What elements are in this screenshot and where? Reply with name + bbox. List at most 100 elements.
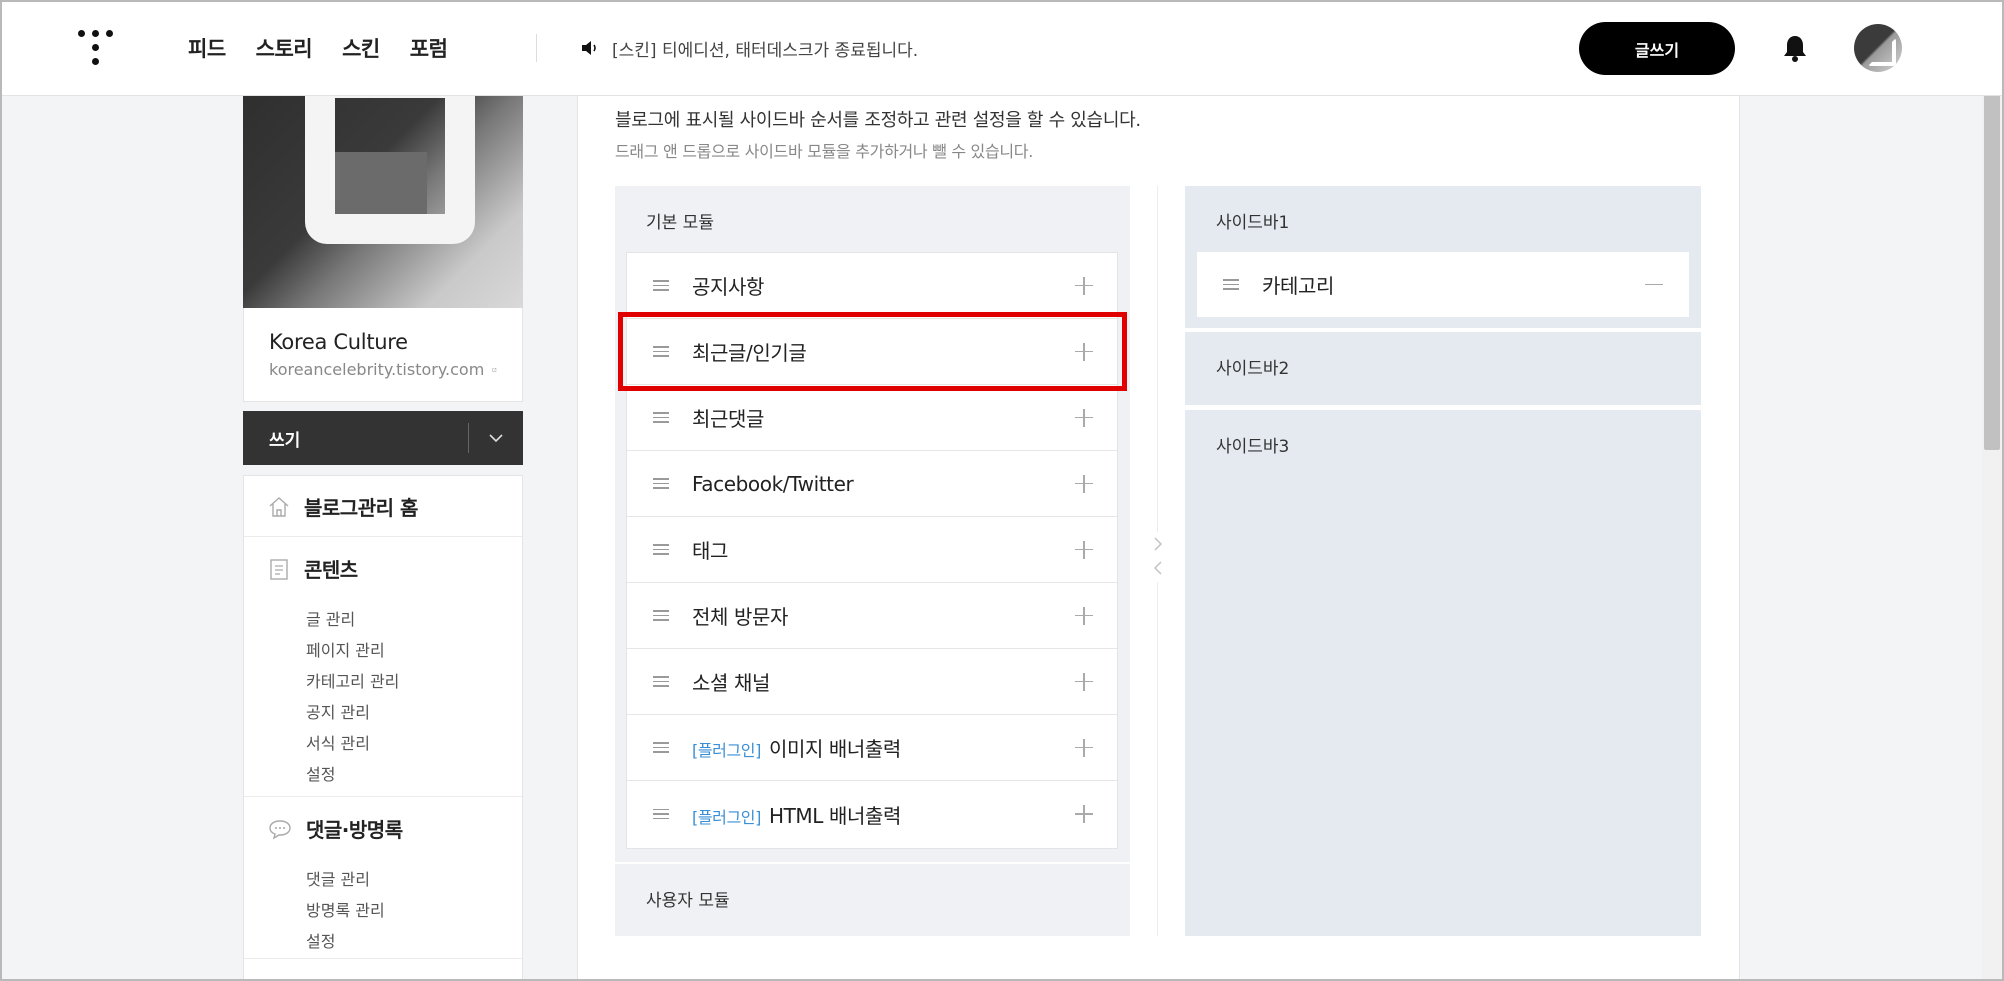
drag-handle-icon[interactable]: [653, 478, 669, 489]
menu-comment-manage[interactable]: 댓글 관리: [306, 866, 370, 890]
module-label: 공지사항: [692, 271, 764, 300]
move-arrows[interactable]: [1150, 532, 1166, 582]
module-row-image-banner[interactable]: [플러그인] 이미지 배너출력: [627, 715, 1117, 781]
write-menu-button[interactable]: 쓰기: [243, 411, 523, 465]
module-name: 카테고리: [1262, 274, 1334, 298]
speaker-icon: [582, 41, 596, 55]
menu-template-manage[interactable]: 서식 관리: [306, 730, 370, 754]
plus-icon[interactable]: [1075, 342, 1093, 361]
module-name: 최근댓글: [692, 407, 764, 431]
module-name: 최근글/인기글: [692, 341, 807, 365]
blog-profile-card: Korea Culture koreancelebrity.tistory.co…: [243, 308, 523, 402]
menu-category-manage[interactable]: 카테고리 관리: [306, 668, 399, 692]
drag-handle-icon[interactable]: [653, 742, 669, 753]
plus-icon[interactable]: [1075, 540, 1093, 559]
top-navigation-bar: 피드 스토리 스킨 포럼 [스킨] 티에디션, 태터데스크가 종료됩니다. 글쓰…: [0, 0, 2004, 96]
sidebar2-panel[interactable]: 사이드바2: [1185, 332, 1701, 405]
plus-icon[interactable]: [1075, 276, 1093, 295]
drag-handle-icon[interactable]: [653, 808, 669, 820]
nav-story[interactable]: 스토리: [256, 33, 313, 63]
home-icon: [269, 496, 289, 517]
menu-contents-settings[interactable]: 설정: [306, 761, 335, 785]
module-name: Facebook/Twitter: [692, 471, 854, 496]
module-row-tags[interactable]: 태그: [627, 517, 1117, 583]
user-modules-panel[interactable]: 사용자 모듈: [615, 864, 1130, 936]
menu-divider: [244, 796, 522, 797]
drag-handle-icon[interactable]: [653, 676, 669, 687]
notice-banner[interactable]: [스킨] 티에디션, 태터데스크가 종료됩니다.: [580, 0, 918, 96]
module-row-total-visitors[interactable]: 전체 방문자: [627, 583, 1117, 649]
avatar[interactable]: [1854, 24, 1902, 72]
menu-home-label: 블로그관리 홈: [304, 496, 418, 520]
menu-comments[interactable]: 댓글·방명록: [268, 814, 403, 843]
module-name: 공지사항: [692, 275, 764, 299]
module-label: Facebook/Twitter: [692, 471, 854, 496]
drag-handle-icon[interactable]: [653, 280, 669, 291]
menu-contents[interactable]: 콘텐츠: [268, 554, 358, 583]
scrollbar-thumb[interactable]: [1984, 76, 2000, 450]
speech-bubble-icon: [269, 819, 291, 839]
module-row-facebook-twitter[interactable]: Facebook/Twitter: [627, 451, 1117, 517]
menu-home[interactable]: 블로그관리 홈: [268, 492, 418, 521]
drag-handle-icon[interactable]: [653, 412, 669, 423]
sidebar3-panel[interactable]: 사이드바3: [1185, 410, 1701, 936]
module-label: 소셜 채널: [692, 667, 770, 696]
plus-icon[interactable]: [1075, 738, 1093, 757]
plus-icon[interactable]: [1075, 408, 1093, 427]
plus-icon[interactable]: [1075, 474, 1093, 493]
menu-contents-label: 콘텐츠: [304, 558, 358, 582]
plus-icon[interactable]: [1075, 672, 1093, 691]
plus-icon[interactable]: [1075, 606, 1093, 625]
module-label: 최근댓글: [692, 403, 764, 432]
tistory-logo-icon[interactable]: [78, 30, 114, 66]
menu-comments-label: 댓글·방명록: [306, 818, 403, 842]
drag-handle-icon[interactable]: [653, 346, 669, 357]
drag-handle-icon[interactable]: [1223, 279, 1239, 290]
chevron-down-icon: [489, 433, 503, 442]
module-row-notice[interactable]: 공지사항: [627, 253, 1117, 319]
user-modules-title: 사용자 모듈: [646, 891, 730, 911]
minus-icon[interactable]: [1645, 283, 1663, 286]
sidebar2-title: 사이드바2: [1216, 359, 1290, 379]
menu-guestbook-manage[interactable]: 방명록 관리: [306, 897, 385, 921]
menu-post-manage[interactable]: 글 관리: [306, 606, 355, 630]
plugin-tag: [플러그인]: [692, 741, 761, 760]
module-label: 전체 방문자: [692, 601, 788, 630]
menu-notice-manage[interactable]: 공지 관리: [306, 699, 370, 723]
module-name: 태그: [692, 539, 728, 563]
basic-modules-title: 기본 모듈: [646, 213, 714, 233]
sidebar1-title: 사이드바1: [1216, 213, 1290, 233]
admin-menu: 블로그관리 홈 콘텐츠 글 관리 페이지 관리 카테고리 관리 공지 관리 서식…: [243, 475, 523, 981]
plus-icon[interactable]: [1075, 805, 1093, 823]
blog-url-link[interactable]: koreancelebrity.tistory.com: [269, 360, 497, 379]
module-label: [플러그인] HTML 배너출력: [692, 800, 901, 829]
module-row-social-channels[interactable]: 소셜 채널: [627, 649, 1117, 715]
drag-handle-icon[interactable]: [653, 610, 669, 621]
module-name: 이미지 배너출력: [768, 737, 901, 761]
blog-name[interactable]: Korea Culture: [269, 330, 497, 354]
bell-icon[interactable]: [1782, 34, 1808, 62]
drag-handle-icon[interactable]: [653, 544, 669, 555]
menu-page-manage[interactable]: 페이지 관리: [306, 637, 385, 661]
module-row-recent-popular-posts[interactable]: 최근글/인기글: [627, 319, 1117, 385]
module-label: 최근글/인기글: [692, 337, 807, 366]
blog-profile-image[interactable]: [243, 96, 523, 308]
notice-text[interactable]: [스킨] 티에디션, 태터데스크가 종료됩니다.: [612, 36, 918, 61]
module-row-html-banner[interactable]: [플러그인] HTML 배너출력: [627, 781, 1117, 847]
write-post-button[interactable]: 글쓰기: [1579, 22, 1735, 75]
menu-comments-settings[interactable]: 설정: [306, 928, 335, 952]
plugin-tag: [플러그인]: [692, 807, 761, 827]
sidebar1-module-category[interactable]: 카테고리: [1197, 252, 1689, 317]
sidebar3-title: 사이드바3: [1216, 437, 1290, 457]
main-nav: 피드 스토리 스킨 포럼: [188, 0, 448, 96]
module-name: HTML 배너출력: [768, 803, 901, 828]
write-menu-dropdown[interactable]: [469, 433, 523, 443]
nav-feed[interactable]: 피드: [188, 33, 226, 63]
basic-module-list: 공지사항 최근글/인기글 최근댓글 Facebook/Twitter 태그 전체…: [626, 252, 1118, 849]
nav-skin[interactable]: 스킨: [342, 33, 380, 63]
module-label: [플러그인] 이미지 배너출력: [692, 733, 901, 762]
profile-image-inner: [335, 152, 427, 214]
module-row-recent-comments[interactable]: 최근댓글: [627, 385, 1117, 451]
nav-forum[interactable]: 포럼: [410, 33, 448, 63]
page-description: 블로그에 표시될 사이드바 순서를 조정하고 관련 설정을 할 수 있습니다.: [615, 110, 1141, 131]
